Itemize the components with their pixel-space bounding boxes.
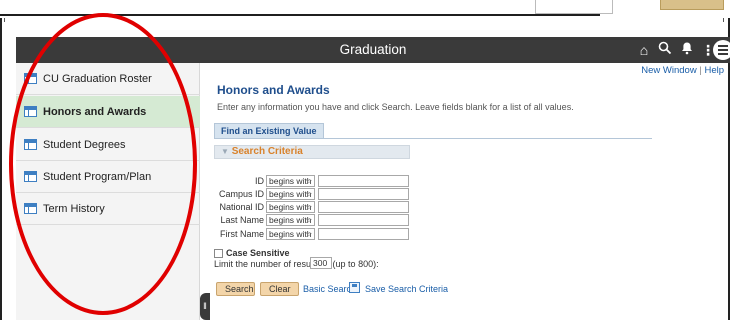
collapse-sidebar-handle[interactable]: ‖ [200, 293, 210, 320]
instructions-text: Enter any information you have and click… [217, 102, 574, 112]
sidebar-item-student-program-plan[interactable]: Student Program/Plan [16, 161, 200, 193]
field-label: Last Name [220, 215, 264, 225]
case-sensitive-checkbox[interactable] [214, 248, 223, 258]
top-links: New Window | Help [641, 65, 724, 76]
sidebar-item-label: CU Graduation Roster [43, 72, 152, 85]
link-separator: | [699, 65, 702, 76]
field-row-national-id: National ID begins with ⌵ [210, 201, 410, 213]
limit-input[interactable]: 300 [310, 257, 332, 269]
id-operator-select[interactable]: begins with ⌵ [266, 175, 315, 187]
main-content: New Window | Help Honors and Awards Ente… [210, 63, 726, 320]
chevron-down-icon: ⌵ [305, 189, 312, 198]
chevron-down-icon: ⌵ [305, 176, 312, 185]
sidebar: CU Graduation Roster Honors and Awards S… [16, 63, 200, 320]
campus-id-operator-select[interactable]: begins with ⌵ [266, 188, 315, 200]
field-row-id: ID begins with ⌵ [210, 175, 410, 187]
first-name-input[interactable] [318, 228, 409, 240]
field-label: Campus ID [218, 189, 264, 199]
field-label: National ID [219, 202, 264, 212]
sidebar-item-label: Term History [43, 202, 105, 215]
sidebar-item-label: Student Degrees [43, 138, 126, 151]
search-button[interactable]: Search [216, 282, 255, 296]
section-title: Search Criteria [231, 146, 303, 157]
chevron-down-icon: ⌵ [305, 202, 312, 211]
help-link[interactable]: Help [704, 65, 724, 76]
chevron-down-icon: ⌵ [305, 215, 312, 224]
search-criteria-header[interactable]: ▼ Search Criteria [214, 145, 410, 159]
limit-row: Limit the number of results to (up to 80… [214, 257, 379, 269]
tab-underline [214, 138, 652, 139]
page-icon [24, 106, 37, 117]
field-row-campus-id: Campus ID begins with ⌵ [210, 188, 410, 200]
field-row-last-name: Last Name begins with ⌵ [210, 214, 410, 226]
page-icon [24, 203, 37, 214]
last-name-operator-select[interactable]: begins with ⌵ [266, 214, 315, 226]
sidebar-item-label: Student Program/Plan [43, 170, 152, 183]
sidebar-item-honors-and-awards[interactable]: Honors and Awards [16, 96, 200, 128]
top-tab [535, 0, 613, 14]
page-icon [24, 73, 37, 84]
national-id-operator-select[interactable]: begins with ⌵ [266, 201, 315, 213]
search-icon[interactable] [656, 41, 674, 59]
first-name-operator-select[interactable]: begins with ⌵ [266, 228, 315, 240]
top-strip [0, 0, 730, 18]
notification-bell-icon[interactable] [678, 41, 696, 59]
field-label: First Name [219, 229, 264, 239]
clear-button[interactable]: Clear [260, 282, 299, 296]
top-badge [660, 0, 724, 10]
case-sensitive-label: Case Sensitive [226, 248, 290, 258]
save-search-criteria-link[interactable]: Save Search Criteria [365, 284, 448, 294]
sidebar-item-student-degrees[interactable]: Student Degrees [16, 129, 200, 161]
limit-label: Limit the number of results to (up to 80… [214, 259, 379, 269]
page-title: Honors and Awards [217, 83, 330, 97]
national-id-input[interactable] [318, 201, 409, 213]
home-icon[interactable]: ⌂ [635, 41, 653, 59]
save-criteria-icon[interactable] [349, 282, 360, 293]
new-window-link[interactable]: New Window [641, 65, 696, 76]
sidebar-item-term-history[interactable]: Term History [16, 193, 200, 225]
collapse-triangle-icon: ▼ [221, 147, 229, 156]
id-input[interactable] [318, 175, 409, 187]
case-sensitive-row: Case Sensitive [214, 248, 290, 258]
field-row-first-name: First Name begins with ⌵ [210, 228, 410, 240]
last-name-input[interactable] [318, 214, 409, 226]
top-divider [0, 14, 600, 16]
chevron-down-icon: ⌵ [305, 229, 312, 238]
frame-inner-border [4, 18, 724, 22]
field-label: ID [255, 176, 264, 186]
sidebar-item-label: Honors and Awards [43, 105, 147, 118]
app-header: Graduation ⌂ ⋮ [16, 37, 730, 63]
page-icon [24, 139, 37, 150]
page-icon [24, 171, 37, 182]
nav-menu-icon[interactable] [713, 40, 730, 60]
campus-id-input[interactable] [318, 188, 409, 200]
tab-find-existing-value[interactable]: Find an Existing Value [214, 123, 324, 139]
page-header-title: Graduation [339, 42, 407, 57]
sidebar-item-cu-graduation-roster[interactable]: CU Graduation Roster [16, 63, 200, 95]
